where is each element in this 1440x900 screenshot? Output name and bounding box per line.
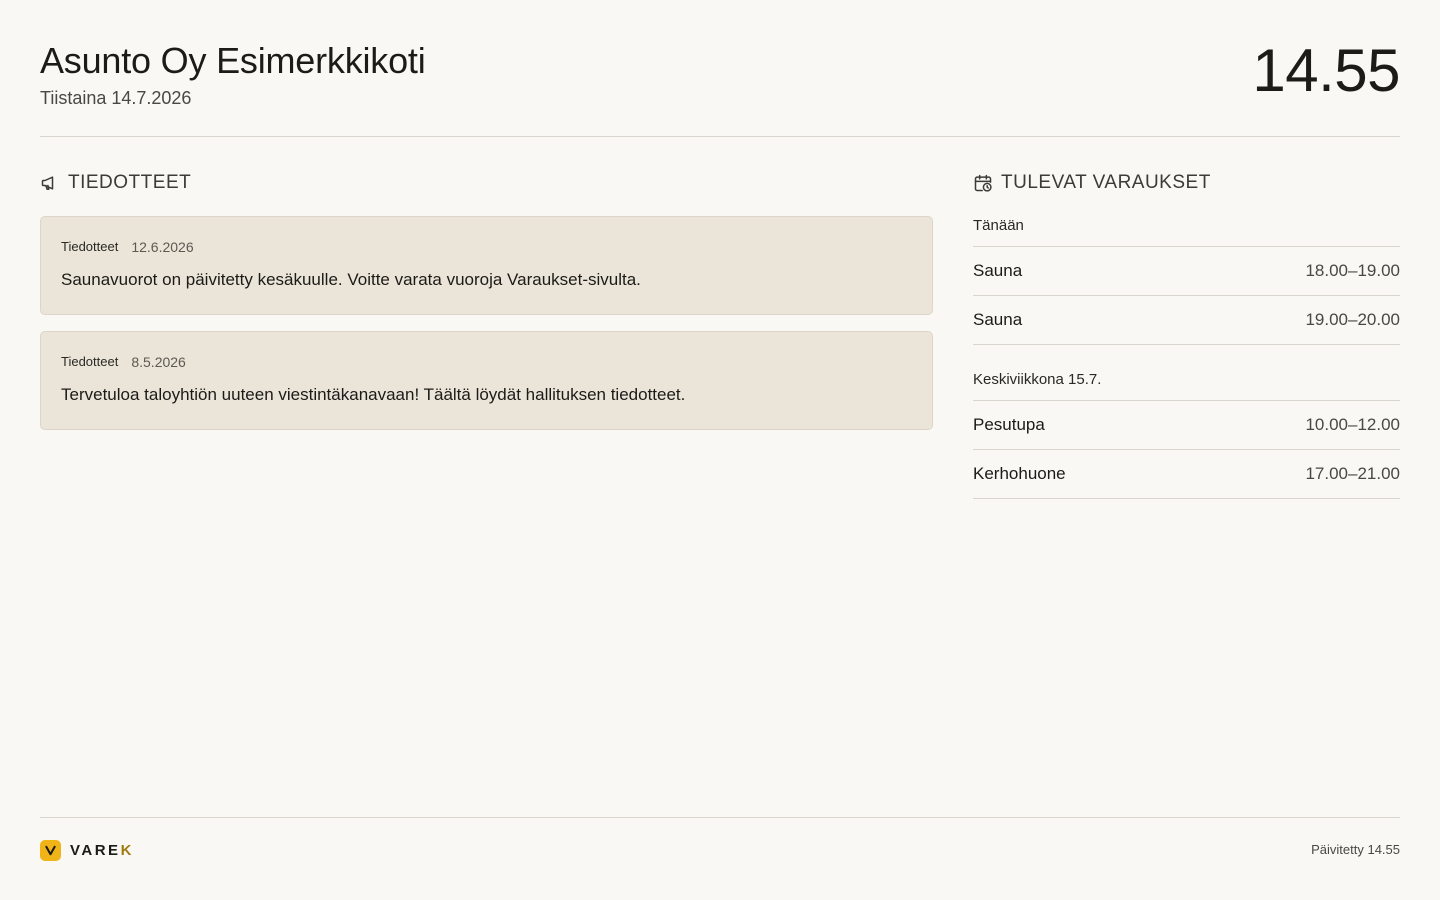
header: Asunto Oy Esimerkkikoti Tiistaina 14.7.2… [40,0,1400,137]
reservation-row[interactable]: Pesutupa 10.00–12.00 [973,401,1400,450]
last-updated: Päivitetty 14.55 [1311,842,1400,857]
notice-category: Tiedotteet [61,239,119,254]
reservation-time: 10.00–12.00 [1305,415,1400,434]
calendar-clock-icon [974,174,992,192]
notice-card[interactable]: Tiedotteet 12.6.2026 Saunavuorot on päiv… [40,216,933,315]
reservation-name: Pesutupa [973,415,1045,434]
notice-list: Tiedotteet 12.6.2026 Saunavuorot on päiv… [40,216,933,430]
reservation-row[interactable]: Kerhohuone 17.00–21.00 [973,450,1400,499]
notice-category: Tiedotteet [61,354,119,369]
brand-mark-icon [40,840,61,861]
notice-date: 8.5.2026 [131,354,186,370]
reservations-section: TULEVAT VARAUKSET Tänään Sauna 18.00–19.… [973,170,1400,499]
notices-heading-label: TIEDOTTEET [68,172,192,193]
brand-name: VAREK [70,842,134,859]
reservations-heading-label: TULEVAT VARAUKSET [1001,172,1211,193]
notice-meta: Tiedotteet 12.6.2026 [61,238,912,256]
notice-text: Saunavuorot on päivitetty kesäkuulle. Vo… [61,270,641,289]
notices-section: TIEDOTTEET Tiedotteet 12.6.2026 Saunavuo… [40,170,933,430]
reservations-heading: TULEVAT VARAUKSET [973,170,1400,196]
brand-name-accent: K [120,842,134,859]
megaphone-icon [41,176,54,190]
reservation-time: 17.00–21.00 [1305,464,1400,483]
reservation-name: Kerhohuone [973,464,1066,483]
clock: 14.55 [1252,37,1400,104]
notice-meta: Tiedotteet 8.5.2026 [61,353,912,371]
reservation-time: 18.00–19.00 [1305,261,1400,280]
reservation-row[interactable]: Sauna 19.00–20.00 [973,296,1400,345]
day-label: Tänään [973,216,1400,247]
current-date: Tiistaina 14.7.2026 [40,88,192,108]
reservation-time: 19.00–20.00 [1305,310,1400,329]
notice-text: Tervetuloa taloyhtiön uuteen viestintäka… [61,385,686,404]
notices-heading: TIEDOTTEET [40,170,933,196]
reservation-row[interactable]: Sauna 18.00–19.00 [973,247,1400,296]
notice-card[interactable]: Tiedotteet 8.5.2026 Tervetuloa taloyhtiö… [40,331,933,430]
day-label: Keskiviikkona 15.7. [973,370,1400,401]
brand-logo: VAREK [40,840,134,861]
brand-name-main: VARE [70,842,121,859]
day-group-wednesday: Keskiviikkona 15.7. Pesutupa 10.00–12.00… [973,370,1400,499]
footer: VAREK Päivitetty 14.55 [40,817,1400,900]
day-group-today: Tänään Sauna 18.00–19.00 Sauna 19.00–20.… [973,216,1400,345]
dashboard-page: Asunto Oy Esimerkkikoti Tiistaina 14.7.2… [0,0,1440,900]
reservation-name: Sauna [973,261,1023,280]
reservation-name: Sauna [973,310,1023,329]
page-title: Asunto Oy Esimerkkikoti [40,40,426,81]
notice-date: 12.6.2026 [131,239,194,255]
